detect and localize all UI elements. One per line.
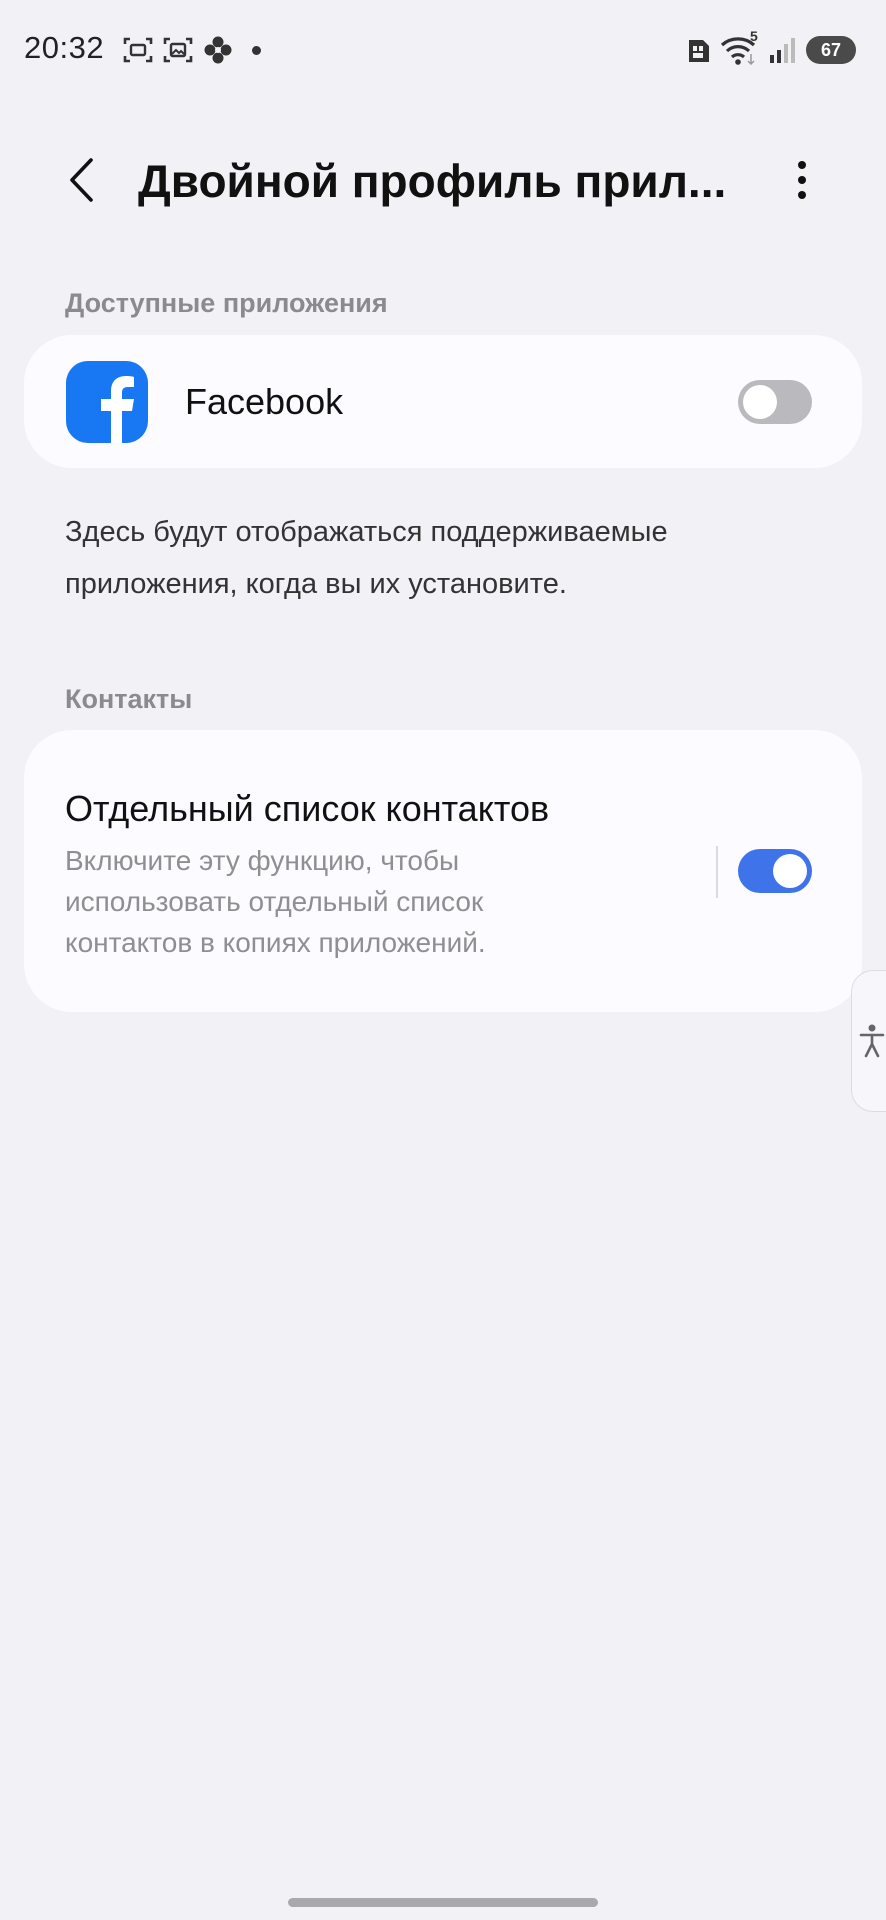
facebook-toggle[interactable] bbox=[738, 380, 812, 424]
status-left-icons bbox=[122, 34, 261, 66]
gallery-icon bbox=[163, 37, 193, 63]
facebook-icon bbox=[66, 361, 148, 443]
available-apps-header: Доступные приложения bbox=[65, 288, 388, 318]
contacts-header: Контакты bbox=[65, 684, 193, 714]
wifi-band-label: 5 bbox=[750, 28, 758, 44]
back-button[interactable] bbox=[56, 152, 106, 208]
status-time: 20:32 bbox=[24, 30, 105, 65]
screen: 20:32 5 67 Двойной профиль прил... Досту… bbox=[0, 0, 886, 1920]
accessibility-icon bbox=[859, 1024, 884, 1058]
home-indicator[interactable] bbox=[288, 1898, 598, 1907]
app-name: Facebook bbox=[185, 381, 344, 422]
battery-indicator: 67 bbox=[806, 36, 856, 64]
status-right-icons: 5 67 bbox=[686, 28, 856, 66]
signal-icon bbox=[770, 38, 795, 63]
separate-contacts-item[interactable]: Отдельный список контактов Включите эту … bbox=[24, 730, 862, 1012]
flower-icon bbox=[204, 36, 232, 64]
info-text: Здесь будут отображаться поддерживаемые … bbox=[65, 516, 668, 600]
toggle-knob bbox=[773, 854, 807, 888]
separate-contacts-description: Включите эту функцию, чтобы использовать… bbox=[65, 845, 486, 958]
status-bar: 20:32 5 67 bbox=[0, 0, 886, 100]
app-item-facebook[interactable]: Facebook bbox=[24, 335, 862, 468]
chevron-left-icon bbox=[70, 158, 93, 202]
sim-icon bbox=[689, 40, 709, 62]
wifi-indicator: 5 bbox=[720, 28, 760, 66]
divider bbox=[716, 846, 718, 898]
separate-contacts-title: Отдельный список контактов bbox=[65, 788, 550, 829]
more-vertical-icon bbox=[798, 161, 806, 199]
page-title: Двойной профиль прил... bbox=[138, 155, 727, 207]
accessibility-button[interactable] bbox=[851, 970, 886, 1112]
notification-dot-icon bbox=[252, 45, 261, 55]
screenshot-icon bbox=[123, 37, 153, 63]
toggle-knob bbox=[743, 385, 777, 419]
more-options-button[interactable] bbox=[780, 152, 824, 208]
separate-contacts-toggle[interactable] bbox=[738, 849, 812, 893]
app-bar: Двойной профиль прил... bbox=[0, 140, 886, 220]
